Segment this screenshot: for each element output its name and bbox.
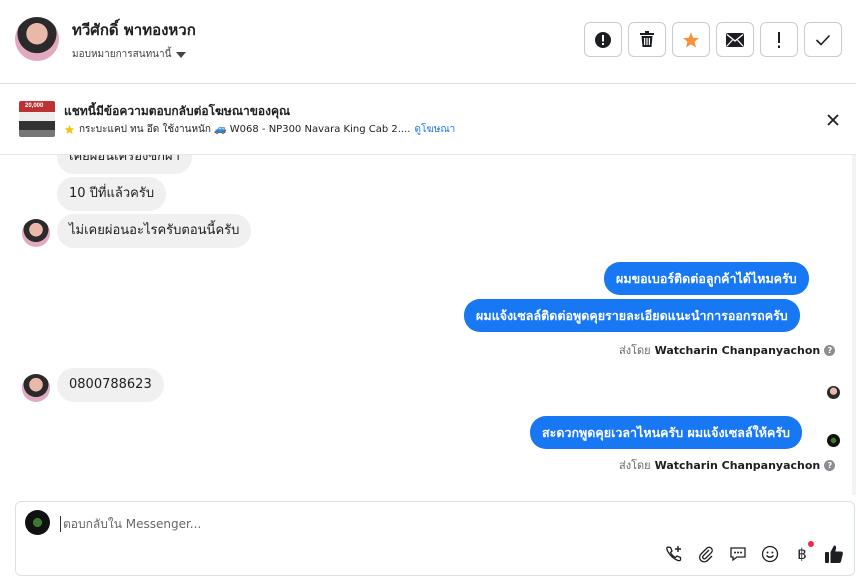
reply-input[interactable]: ตอบกลับใน Messenger... [60, 516, 201, 532]
page-avatar-small [827, 434, 840, 447]
outgoing-message: สะดวกพูดคุยเวลาไหนครับ ผมแจ้งเซลล์ให้ครั… [530, 416, 802, 449]
composer-toolbar: ฿ [664, 541, 844, 564]
help-icon[interactable]: ? [824, 344, 836, 356]
emoji-button[interactable] [760, 544, 780, 564]
assign-label: มอบหมายการสนทนานี้ [72, 49, 172, 60]
star-icon [683, 32, 699, 47]
view-ad-link[interactable]: ดูโฆษณา [414, 122, 455, 137]
read-receipt-avatar [827, 386, 840, 399]
done-button[interactable] [804, 22, 842, 57]
help-icon[interactable]: ? [824, 459, 836, 471]
sent-by-label: ส่งโดย Watcharin Chanpanyachon ? [619, 456, 836, 474]
ad-reply-banner: 20,000 แชทนี้มีข้อความตอบกลับต่อโฆษณาของ… [0, 85, 856, 155]
report-button[interactable] [584, 22, 622, 57]
delete-button[interactable] [628, 22, 666, 57]
contact-avatar[interactable] [15, 17, 59, 61]
page-avatar [25, 510, 50, 535]
notification-dot [808, 541, 814, 547]
saved-replies-button[interactable] [728, 544, 748, 564]
sender-name: Watcharin Chanpanyachon [654, 343, 821, 357]
ad-banner-title: แชทนี้มีข้อความตอบกลับต่อโฆษณาของคุณ [64, 104, 291, 118]
attach-button[interactable] [696, 544, 716, 564]
ad-caption: กระบะแคป ทน อึด ใช้งานหนัก 🚙 W068 - NP30… [79, 124, 411, 135]
assign-conversation-dropdown[interactable]: มอบหมายการสนทนานี้ [72, 47, 187, 62]
exclamation-icon [778, 31, 780, 48]
conversation-header: ทวีศักดิ์ พาทองหวก มอบหมายการสนทนานี้ [0, 0, 856, 84]
emoji-icon [761, 545, 779, 563]
close-icon [827, 114, 839, 126]
saved-reply-icon [730, 547, 746, 562]
sent-by-prefix: ส่งโดย [619, 344, 651, 357]
mail-button[interactable] [716, 22, 754, 57]
star-icon [64, 124, 75, 134]
exclamation-circle-icon [595, 31, 611, 48]
payment-button[interactable]: ฿ [792, 541, 814, 564]
check-icon [815, 34, 831, 46]
header-actions [584, 22, 842, 57]
contact-name[interactable]: ทวีศักดิ์ พาทองหวก [72, 18, 196, 42]
incoming-message: 10 ปีที่แล้วครับ [57, 177, 167, 211]
add-call-button[interactable] [664, 544, 684, 564]
message-thread[interactable]: เคยผ่อนเครื่องซักผ้า 10 ปีที่แล้วครับ ไม… [0, 155, 856, 500]
sender-name: Watcharin Chanpanyachon [654, 458, 821, 472]
sent-by-label: ส่งโดย Watcharin Chanpanyachon ? [619, 341, 836, 359]
ad-banner-subtitle: กระบะแคป ทน อึด ใช้งานหนัก 🚙 W068 - NP30… [64, 122, 455, 137]
like-button[interactable] [824, 544, 844, 564]
contact-avatar-small[interactable] [22, 374, 50, 402]
ad-thumbnail-text: 20,000 [25, 103, 44, 109]
reply-composer: ตอบกลับใน Messenger... ฿ [15, 501, 855, 576]
incoming-message: 0800788623 [57, 368, 164, 402]
baht-icon: ฿ [797, 545, 807, 563]
paperclip-icon [699, 546, 713, 563]
important-button[interactable] [760, 22, 798, 57]
ad-thumbnail[interactable]: 20,000 [19, 101, 55, 137]
outgoing-message: ผมแจ้งเซลล์ติดต่อพูดคุยรายละเอียดแนะนำกา… [464, 299, 800, 332]
sent-by-prefix: ส่งโดย [619, 459, 651, 472]
caret-down-icon [176, 51, 187, 58]
incoming-message: ไม่เคยผ่อนอะไรครับตอนนี้ครับ [57, 214, 252, 248]
close-banner-button[interactable] [822, 109, 844, 131]
contact-avatar-small[interactable] [22, 219, 50, 247]
envelope-icon [726, 32, 744, 47]
scrollbar[interactable] [852, 155, 856, 495]
trash-icon [640, 31, 654, 47]
add-call-icon [666, 546, 682, 562]
incoming-message: เคยผ่อนเครื่องซักผ้า [57, 155, 192, 174]
star-button[interactable] [672, 22, 710, 57]
like-icon [825, 545, 843, 563]
outgoing-message: ผมขอเบอร์ติดต่อลูกค้าได้ไหมครับ [604, 262, 809, 295]
